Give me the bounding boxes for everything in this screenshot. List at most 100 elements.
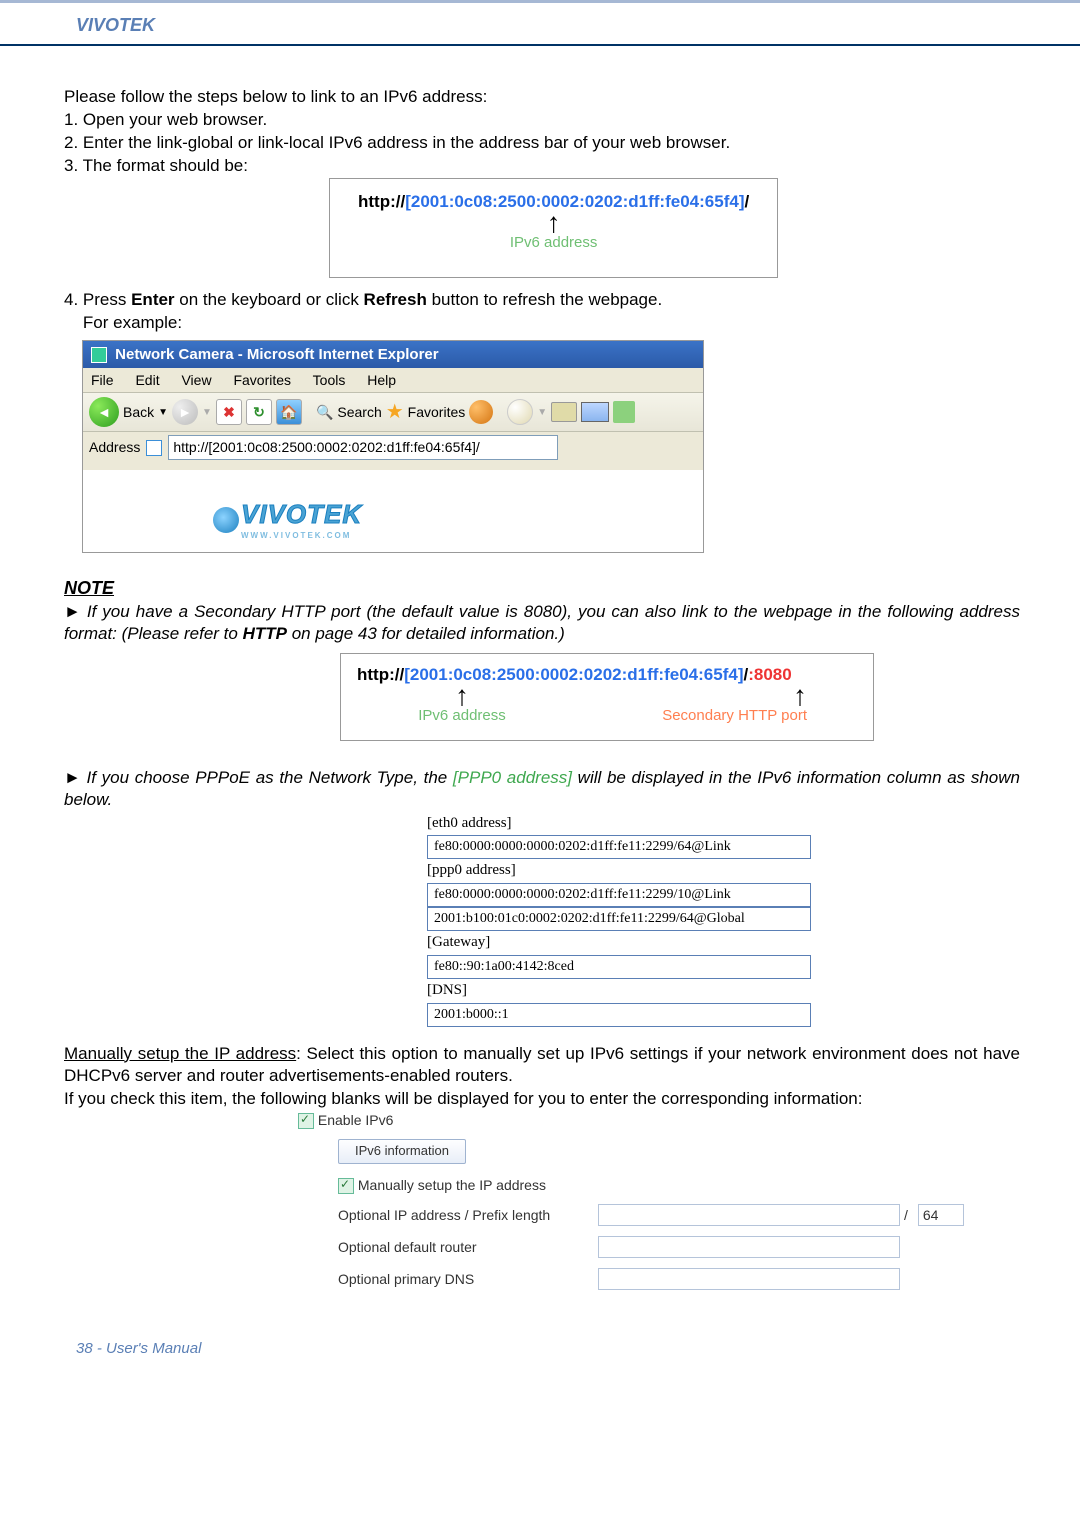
note1-http: HTTP bbox=[243, 624, 287, 643]
url-ipv6: 2001:0c08:2500:0002:0202:d1ff:fe04:65f4 bbox=[411, 192, 739, 211]
mail-icon[interactable] bbox=[581, 402, 609, 422]
ppp0-heading: [ppp0 address] bbox=[427, 859, 1020, 883]
secondary-port-label: Secondary HTTP port bbox=[567, 706, 807, 726]
note-paragraph-2: ► If you choose PPPoE as the Network Typ… bbox=[64, 767, 1020, 811]
url-format-box-2: http://[2001:0c08:2500:0002:0202:d1ff:fe… bbox=[340, 653, 874, 740]
stop-button-icon[interactable]: ✖ bbox=[216, 399, 242, 425]
note2-pre: ► If you choose PPPoE as the Network Typ… bbox=[64, 768, 453, 787]
enable-ipv6-checkbox[interactable] bbox=[298, 1113, 314, 1129]
menu-file[interactable]: File bbox=[91, 372, 114, 388]
ie-window: Network Camera - Microsoft Internet Expl… bbox=[82, 340, 704, 553]
prefix-length-input[interactable]: 64 bbox=[918, 1204, 964, 1226]
dns-heading: [DNS] bbox=[427, 979, 1020, 1003]
up-arrow-icon: ↑ bbox=[358, 213, 749, 233]
step-3: 3. The format should be: bbox=[64, 155, 248, 177]
logo-text: VIVOTEK bbox=[241, 498, 362, 532]
history-icon[interactable] bbox=[507, 399, 533, 425]
enable-ipv6-label: Enable IPv6 bbox=[318, 1112, 394, 1128]
manual-ip-checkbox[interactable] bbox=[338, 1178, 354, 1194]
eth0-heading: [eth0 address] bbox=[427, 812, 1020, 836]
refresh-button-icon[interactable]: ↻ bbox=[246, 399, 272, 425]
default-router-input[interactable] bbox=[598, 1236, 900, 1258]
url2-prefix: http:// bbox=[357, 665, 404, 684]
ie-address-bar: Address http://[2001:0c08:2500:0002:0202… bbox=[83, 432, 703, 469]
back-dropdown-icon[interactable]: ▼ bbox=[158, 406, 168, 419]
menu-view[interactable]: View bbox=[181, 372, 211, 388]
url-prefix: http:// bbox=[358, 192, 405, 211]
ipv6-form: Enable IPv6 IPv6 information Manually se… bbox=[298, 1111, 1020, 1290]
manual-title-underline: Manually setup the IP address bbox=[64, 1044, 296, 1063]
ie-title-bar: Network Camera - Microsoft Internet Expl… bbox=[83, 341, 703, 369]
primary-dns-row: Optional primary DNS bbox=[338, 1268, 1020, 1290]
manual-line2: If you check this item, the following bl… bbox=[64, 1088, 1020, 1110]
url-format-box-1: http://[2001:0c08:2500:0002:0202:d1ff:fe… bbox=[329, 178, 778, 277]
ie-toolbar: ◄ Back ▼ ► ▼ ✖ ↻ 🏠 🔍 Search ★ Favorites … bbox=[83, 393, 703, 432]
step-2: 2. Enter the link-global or link-local I… bbox=[64, 132, 1020, 154]
manual-setup-paragraph: Manually setup the IP address: Select th… bbox=[64, 1043, 1020, 1087]
prefix-length-label: Optional IP address / Prefix length bbox=[338, 1206, 598, 1224]
url2-port: :8080 bbox=[748, 665, 791, 684]
url-suffix: / bbox=[744, 192, 749, 211]
logo-eye-icon bbox=[213, 507, 239, 533]
forward-button-icon[interactable]: ► bbox=[172, 399, 198, 425]
note1-post: on page 43 for detailed information.) bbox=[287, 624, 565, 643]
home-button-icon[interactable]: 🏠 bbox=[276, 399, 302, 425]
up-arrow-icon-3: ↑ bbox=[567, 686, 807, 706]
menu-edit[interactable]: Edit bbox=[135, 372, 159, 388]
print-icon[interactable] bbox=[551, 402, 577, 422]
brand-label: VIVOTEK bbox=[76, 15, 155, 35]
forward-dropdown-icon[interactable]: ▼ bbox=[202, 406, 212, 419]
optional-ip-input[interactable] bbox=[598, 1204, 900, 1226]
up-arrow-icon-2: ↑ bbox=[357, 686, 567, 706]
menu-favorites[interactable]: Favorites bbox=[233, 372, 291, 388]
dns-value: 2001:b000::1 bbox=[427, 1003, 811, 1027]
media-icon[interactable] bbox=[469, 400, 493, 424]
ie-menu-bar: File Edit View Favorites Tools Help bbox=[83, 368, 703, 393]
ie-title-text: Network Camera - Microsoft Internet Expl… bbox=[115, 346, 438, 363]
ie-page-body: VIVOTEK WWW.VIVOTEK.COM bbox=[83, 470, 703, 552]
default-router-label: Optional default router bbox=[338, 1238, 598, 1256]
address-input[interactable]: http://[2001:0c08:2500:0002:0202:d1ff:fe… bbox=[168, 435, 558, 459]
search-icon[interactable]: 🔍 bbox=[316, 403, 333, 421]
ipv6-info-table: [eth0 address] fe80:0000:0000:0000:0202:… bbox=[427, 812, 1020, 1027]
step4-refresh: Refresh bbox=[364, 290, 427, 309]
step4-pre: 4. Press bbox=[64, 290, 131, 309]
eth0-value: fe80:0000:0000:0000:0202:d1ff:fe11:2299/… bbox=[427, 835, 811, 859]
ipv6-address-label: IPv6 address bbox=[358, 233, 749, 253]
address-label: Address bbox=[89, 438, 140, 456]
gateway-heading: [Gateway] bbox=[427, 931, 1020, 955]
primary-dns-input[interactable] bbox=[598, 1268, 900, 1290]
back-label[interactable]: Back bbox=[123, 403, 154, 421]
ppp0-value-2: 2001:b100:01c0:0002:0202:d1ff:fe11:2299/… bbox=[427, 907, 811, 931]
prefix-length-row: Optional IP address / Prefix length / 64 bbox=[338, 1204, 1020, 1226]
puzzle-icon[interactable] bbox=[613, 401, 635, 423]
step4-mid: on the keyboard or click bbox=[175, 290, 364, 309]
primary-dns-label: Optional primary DNS bbox=[338, 1270, 598, 1288]
page-icon bbox=[146, 440, 162, 456]
menu-help[interactable]: Help bbox=[367, 372, 396, 388]
ipv6-address-label-2: IPv6 address bbox=[357, 706, 567, 726]
step4-enter: Enter bbox=[131, 290, 174, 309]
step-4-line1: 4. Press Enter on the keyboard or click … bbox=[64, 289, 1020, 311]
intro-text: Please follow the steps below to link to… bbox=[64, 86, 1020, 108]
note2-ppp0: [PPP0 address] bbox=[453, 768, 572, 787]
menu-tools[interactable]: Tools bbox=[313, 372, 346, 388]
step-4-line2: For example: bbox=[64, 312, 1020, 334]
step-1: 1. Open your web browser. bbox=[64, 109, 1020, 131]
ppp0-value-1: fe80:0000:0000:0000:0202:d1ff:fe11:2299/… bbox=[427, 883, 811, 907]
ipv6-info-button[interactable]: IPv6 information bbox=[338, 1139, 466, 1164]
default-router-row: Optional default router bbox=[338, 1236, 1020, 1258]
slash-separator: / bbox=[904, 1206, 908, 1224]
search-label[interactable]: Search bbox=[337, 403, 381, 421]
logo-subtext: WWW.VIVOTEK.COM bbox=[241, 531, 362, 541]
favorites-label[interactable]: Favorites bbox=[408, 403, 466, 421]
page-footer: 38 - User's Manual bbox=[0, 1300, 1080, 1377]
ie-app-icon bbox=[91, 347, 107, 363]
back-button-icon[interactable]: ◄ bbox=[89, 397, 119, 427]
note-paragraph-1: ► If you have a Secondary HTTP port (the… bbox=[64, 601, 1020, 645]
manual-ip-label: Manually setup the IP address bbox=[358, 1177, 546, 1193]
step4-post: button to refresh the webpage. bbox=[427, 290, 662, 309]
vivotek-logo: VIVOTEK WWW.VIVOTEK.COM bbox=[213, 498, 703, 542]
favorites-star-icon[interactable]: ★ bbox=[386, 399, 404, 425]
gateway-value: fe80::90:1a00:4142:8ced bbox=[427, 955, 811, 979]
